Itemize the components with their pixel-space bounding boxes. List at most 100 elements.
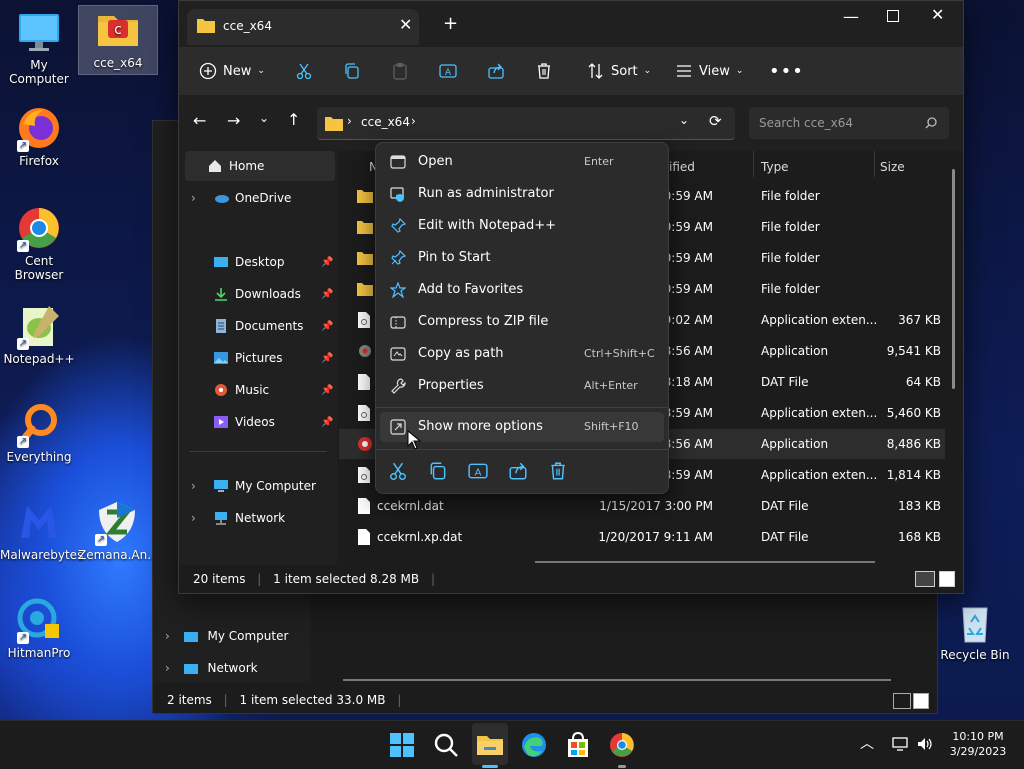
close-window-icon[interactable]: ✕ — [931, 5, 944, 24]
folder-icon — [357, 212, 373, 242]
trash-icon[interactable] — [548, 461, 568, 481]
nav-item-videos[interactable]: Videos — [213, 407, 275, 437]
search-input[interactable]: Search cce_x64 — [749, 107, 949, 139]
pin-edit-icon — [391, 218, 406, 233]
cut-button[interactable] — [295, 55, 313, 87]
details-view-icon[interactable] — [915, 571, 935, 587]
forward-arrow-icon[interactable]: → — [227, 111, 240, 130]
nav-item-music[interactable]: Music — [213, 375, 269, 405]
desktop-icon-zemana[interactable]: ↗ Zemana.An... — [78, 498, 159, 562]
store-icon[interactable] — [562, 729, 594, 761]
table-row[interactable]: ccekrnl.xp.dat 1/20/2017 9:11 AM DAT File 1… — [339, 522, 945, 552]
back-nav-network[interactable]: › Network — [165, 661, 258, 675]
volume-icon[interactable] — [916, 736, 934, 752]
cent-browser-icon[interactable] — [606, 729, 638, 761]
menu-item-pin-to-start[interactable]: Pin to Start — [380, 243, 664, 273]
tiles-view-icon[interactable] — [913, 693, 929, 709]
desktop-icon-notepad-plus-plus[interactable]: ↗ Notepad++ — [0, 302, 78, 366]
delete-button[interactable] — [535, 55, 553, 87]
share-button[interactable] — [487, 55, 505, 87]
desktop-icon-everything[interactable]: ↗ Everything — [0, 400, 78, 464]
menu-item-copy-as-path[interactable]: Copy as path Ctrl+Shift+C — [380, 339, 664, 369]
desktop-icon-cce-x64[interactable]: c cce_x64 — [78, 5, 158, 75]
nav-item-desktop[interactable]: Desktop — [213, 247, 285, 277]
title-bar[interactable]: cce_x64 ✕ + — ✕ — [179, 1, 963, 47]
desktop-icon-malwarebytes[interactable]: Malwarebytes — [0, 498, 83, 562]
up-arrow-icon[interactable]: ↑ — [287, 110, 300, 129]
menu-item-open[interactable]: Open Enter — [380, 147, 664, 177]
rename-button[interactable]: A — [439, 55, 457, 87]
rename-icon[interactable]: A — [468, 461, 488, 481]
table-row[interactable]: ccekrnl.dat 1/15/2017 3:00 PM DAT File 183 … — [339, 491, 945, 521]
address-bar[interactable]: › cce_x64 › ⌄ ⟳ — [317, 107, 735, 140]
sort-button[interactable]: Sort ⌄ — [587, 55, 651, 87]
details-view-icon[interactable] — [893, 693, 911, 709]
desktop-icon-label: Recycle Bin — [940, 648, 1010, 662]
tiles-view-icon[interactable] — [939, 571, 955, 587]
address-dropdown-chevron-icon[interactable]: ⌄ — [679, 113, 689, 127]
desktop-icon-label: HitmanPro — [7, 646, 71, 660]
back-horizontal-scrollbar[interactable] — [343, 679, 891, 681]
network-status-icon[interactable] — [892, 736, 910, 752]
menu-item-properties[interactable]: Properties Alt+Enter — [380, 371, 664, 401]
clock-date: 3/29/2023 — [949, 745, 1007, 758]
horizontal-scrollbar[interactable] — [535, 561, 875, 563]
refresh-icon[interactable]: ⟳ — [709, 112, 722, 130]
back-nav-my-computer[interactable]: › My Computer — [165, 629, 288, 643]
paste-button[interactable] — [391, 55, 409, 87]
pin-icon[interactable]: 📌 — [321, 257, 333, 268]
copy-button[interactable] — [343, 55, 361, 87]
maximize-icon[interactable] — [887, 10, 899, 22]
new-button[interactable]: New ⌄ — [199, 55, 265, 87]
new-tab-plus-icon[interactable]: + — [443, 13, 458, 34]
back-arrow-icon[interactable]: ← — [193, 111, 206, 130]
column-divider[interactable] — [874, 151, 875, 177]
desktop-icon-cent-browser[interactable]: ↗ Cent Browser — [0, 204, 78, 282]
clock[interactable]: 10:10 PM 3/29/2023 — [948, 729, 1008, 759]
nav-item-network[interactable]: › Network — [191, 503, 285, 533]
column-divider[interactable] — [753, 151, 754, 177]
nav-item-pictures[interactable]: Pictures — [213, 343, 283, 373]
tab-cce-x64[interactable]: cce_x64 ✕ — [187, 9, 419, 45]
column-header-modified[interactable]: ified — [669, 155, 695, 179]
recent-chevron-down-icon[interactable]: ⌄ — [259, 111, 269, 125]
more-options-ellipsis-icon[interactable]: ••• — [769, 55, 804, 87]
desktop-icon-firefox[interactable]: ↗ Firefox — [0, 104, 78, 168]
tray-chevron-up-icon[interactable]: ︿ — [860, 733, 874, 753]
menu-item-edit-with-notepad-plus-plus[interactable]: Edit with Notepad++ — [380, 211, 664, 241]
nav-item-home[interactable]: Home — [185, 151, 335, 181]
nav-item-downloads[interactable]: Downloads — [213, 279, 301, 309]
breadcrumb-cce-x64[interactable]: cce_x64 — [361, 115, 410, 129]
view-button[interactable]: View ⌄ — [675, 55, 743, 87]
menu-item-compress-to-zip[interactable]: Compress to ZIP file — [380, 307, 664, 337]
pin-icon[interactable]: 📌 — [321, 417, 333, 428]
nav-item-documents[interactable]: Documents — [213, 311, 303, 341]
pin-icon[interactable]: 📌 — [321, 385, 333, 396]
menu-separator — [376, 407, 668, 408]
scissors-icon[interactable] — [388, 461, 408, 481]
menu-item-show-more-options[interactable]: Show more options Shift+F10 — [380, 412, 664, 442]
copy-icon[interactable] — [428, 461, 448, 481]
nav-label: Videos — [235, 415, 275, 429]
mouse-cursor-icon — [407, 430, 421, 450]
edge-icon[interactable] — [518, 729, 550, 761]
file-explorer-icon[interactable] — [474, 729, 506, 761]
pin-icon[interactable]: 📌 — [321, 353, 333, 364]
minimize-icon[interactable]: — — [843, 7, 859, 26]
menu-item-run-as-administrator[interactable]: Run as administrator — [380, 179, 664, 209]
desktop-icon-hitmanpro[interactable]: ↗ HitmanPro — [0, 596, 78, 660]
start-windows-icon[interactable] — [386, 729, 418, 761]
close-tab-icon[interactable]: ✕ — [399, 15, 412, 34]
pin-icon[interactable]: 📌 — [321, 321, 333, 332]
column-header-type[interactable]: Type — [761, 155, 789, 179]
pin-icon[interactable]: 📌 — [321, 289, 333, 300]
nav-item-onedrive[interactable]: › OneDrive — [191, 183, 291, 213]
share-icon[interactable] — [508, 461, 528, 481]
vertical-scrollbar[interactable] — [952, 169, 955, 389]
search-icon[interactable] — [430, 729, 462, 761]
menu-item-add-to-favorites[interactable]: Add to Favorites — [380, 275, 664, 305]
desktop-icon-recycle-bin[interactable]: Recycle Bin — [936, 598, 1014, 662]
column-header-size[interactable]: Size — [880, 155, 905, 179]
desktop-icon-my-computer[interactable]: My Computer — [0, 8, 78, 86]
nav-item-my-computer[interactable]: › My Computer — [191, 471, 316, 501]
